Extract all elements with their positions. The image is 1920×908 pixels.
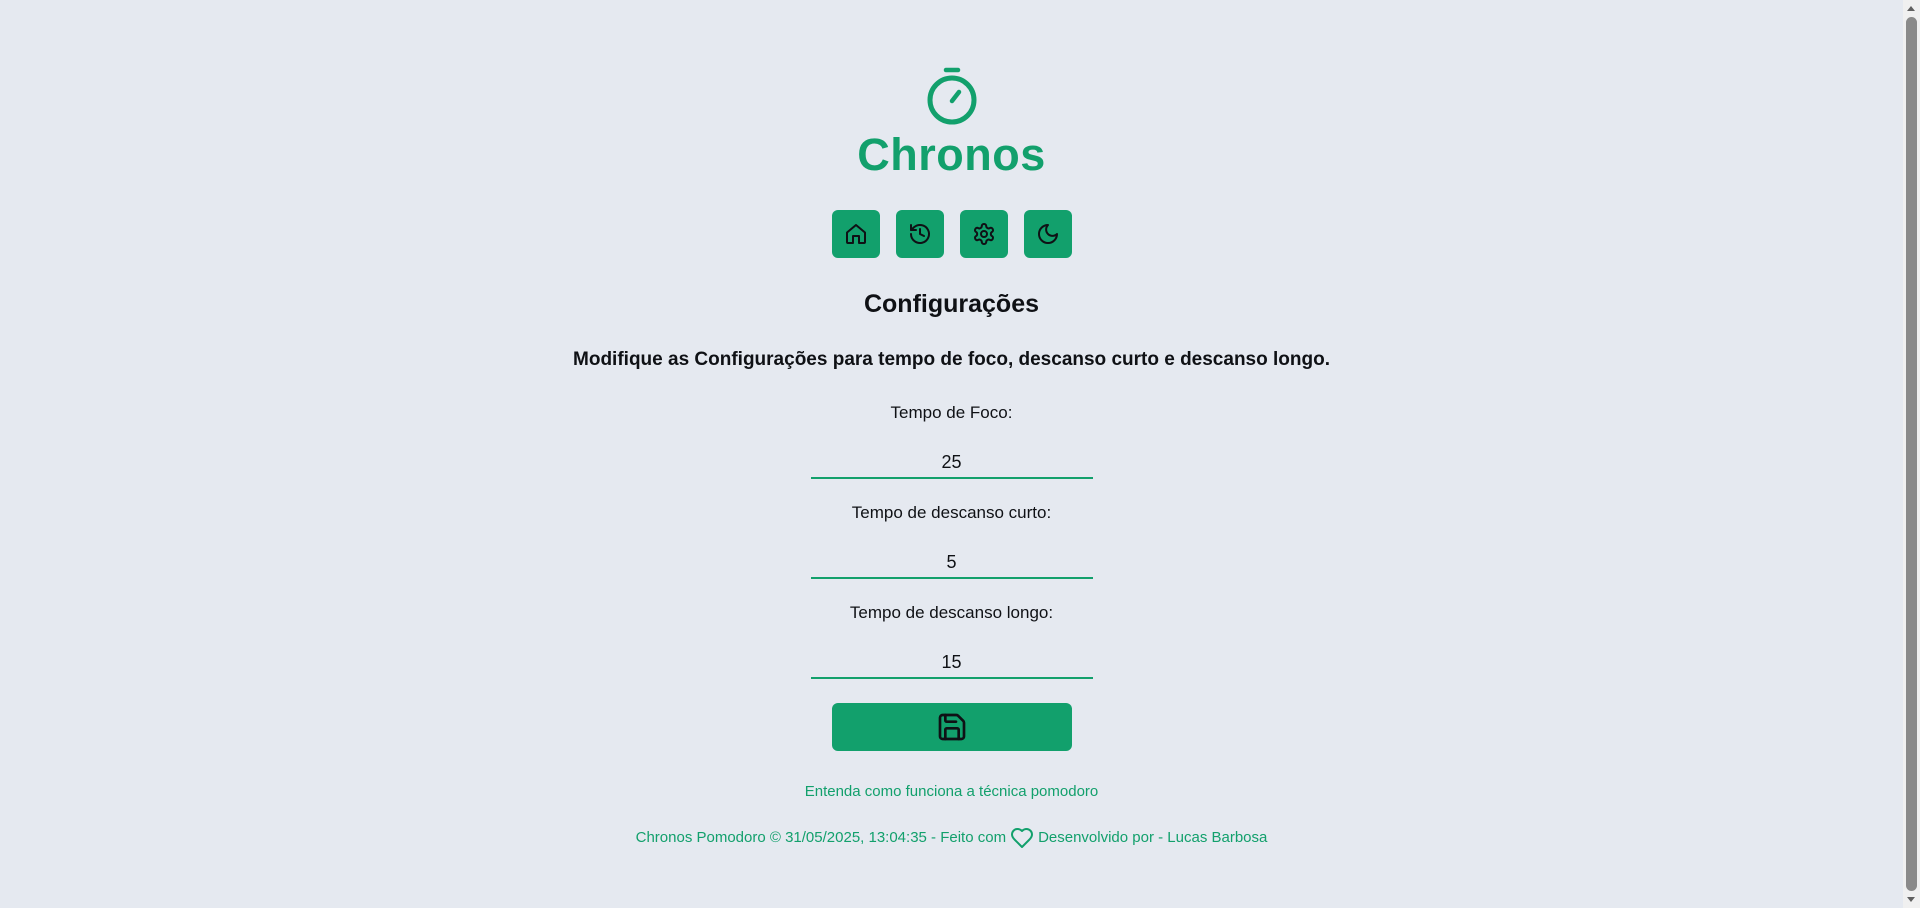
pomodoro-info-link[interactable]: Entenda como funciona a técnica pomodoro [805,783,1099,800]
long-break-input[interactable] [810,648,1093,679]
main-nav [831,209,1072,258]
footer-copyright: Chronos Pomodoro © 31/05/2025, 13:04:35 … [635,829,1007,846]
scroll-down-arrow[interactable] [1907,897,1915,902]
home-button[interactable] [831,209,880,258]
vertical-scrollbar[interactable] [1903,0,1920,908]
short-break-label: Tempo de descanso curto: [851,502,1052,522]
page-heading: Configurações [863,289,1040,318]
long-break-field: Tempo de descanso longo: [810,602,1093,679]
scroll-up-arrow[interactable] [1907,6,1915,11]
home-icon [845,223,866,244]
focus-time-label: Tempo de Foco: [890,402,1013,422]
heart-icon [1011,827,1034,848]
save-button[interactable] [831,702,1072,751]
moon-icon [1037,223,1058,244]
history-icon [909,223,930,244]
theme-toggle-button[interactable] [1023,209,1072,258]
scrollbar-thumb[interactable] [1906,17,1917,891]
short-break-field: Tempo de descanso curto: [810,502,1093,579]
footer-author: Desenvolvido por - Lucas Barbosa [1038,829,1268,846]
focus-time-field: Tempo de Foco: [810,402,1093,479]
settings-subtitle: Modifique as Configurações para tempo de… [573,348,1330,370]
save-icon [938,713,965,740]
long-break-label: Tempo de descanso longo: [849,602,1054,622]
page: Chronos Configurações Modifique as Confi… [0,0,1903,908]
short-break-input[interactable] [810,548,1093,579]
gear-icon [973,222,994,245]
app-title: Chronos [857,129,1046,180]
history-button[interactable] [895,209,944,258]
settings-button[interactable] [959,209,1008,258]
footer: Chronos Pomodoro © 31/05/2025, 13:04:35 … [635,826,1268,850]
focus-time-input[interactable] [810,448,1093,479]
stopwatch-icon [927,67,976,125]
